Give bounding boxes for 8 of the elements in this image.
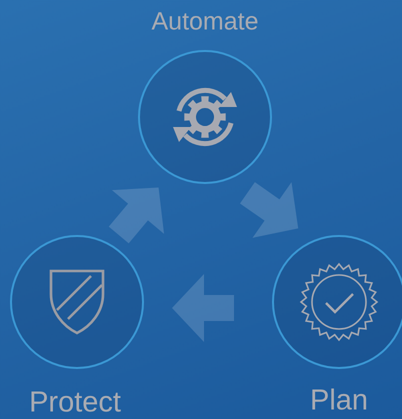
- arrow: [172, 274, 234, 342]
- node-label: Automate: [152, 10, 258, 34]
- node-label: Plan: [310, 386, 368, 416]
- node-label: Protect: [29, 388, 121, 418]
- arrow: [108, 187, 164, 244]
- badge-check-icon: [299, 262, 379, 342]
- arrow: [240, 182, 298, 238]
- shield-icon: [47, 268, 107, 336]
